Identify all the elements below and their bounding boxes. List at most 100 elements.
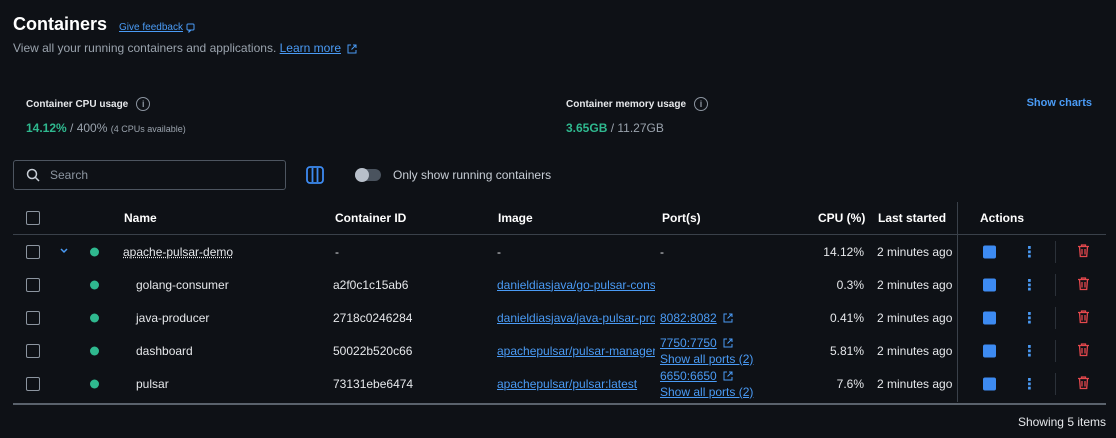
columns-icon: [306, 166, 324, 184]
search-input[interactable]: [50, 168, 270, 182]
stop-button[interactable]: [983, 311, 996, 324]
image-link[interactable]: danieldiasjava/go-pulsar-consumer: [497, 278, 655, 292]
memory-usage-stat: Container memory usage i 3.65GB / 11.27G…: [566, 97, 709, 135]
container-id: 50022b520c66: [333, 343, 413, 358]
cpu-usage-label: Container CPU usage: [26, 98, 129, 110]
table-row[interactable]: golang-consumer a2f0c1c15ab6 danieldiasj…: [13, 268, 1106, 301]
column-settings-button[interactable]: [305, 165, 325, 188]
cpu-value: 7.6%: [836, 376, 864, 391]
memory-usage-total: / 11.27GB: [607, 121, 664, 135]
learn-more-link[interactable]: Learn more: [280, 41, 341, 55]
table-row[interactable]: java-producer 2718c0246284 danieldiasjav…: [13, 301, 1106, 334]
container-name[interactable]: golang-consumer: [136, 278, 229, 292]
delete-icon[interactable]: [1077, 276, 1090, 293]
table-row-group[interactable]: apache-pulsar-demo - - - 14.12% 2 minute…: [13, 235, 1106, 268]
group-name[interactable]: apache-pulsar-demo: [123, 245, 233, 259]
info-icon[interactable]: i: [136, 97, 151, 111]
show-charts-button[interactable]: Show charts: [1027, 97, 1092, 109]
last-started: 2 minutes ago: [877, 343, 953, 358]
give-feedback-link[interactable]: Give feedback: [119, 22, 196, 33]
ports-value: -: [660, 244, 664, 259]
running-status-icon: [90, 313, 99, 322]
image-link[interactable]: danieldiasjava/java-pulsar-producer: [497, 311, 655, 325]
more-actions-icon[interactable]: ⋮: [1022, 309, 1037, 327]
container-id: 2718c0246284: [333, 310, 413, 325]
cpu-usage-total: / 400%: [66, 121, 108, 135]
cpu-value: 14.12%: [823, 244, 864, 259]
page-subtitle: View all your running containers and app…: [13, 41, 357, 55]
cpu-value: 0.3%: [836, 277, 864, 292]
column-last-started[interactable]: Last started: [878, 211, 946, 225]
container-id: 73131ebe6474: [333, 376, 414, 391]
give-feedback-label: Give feedback: [119, 22, 183, 33]
row-checkbox[interactable]: [26, 277, 40, 292]
more-actions-icon[interactable]: ⋮: [1022, 375, 1037, 393]
items-count: Showing 5 items: [1017, 415, 1106, 429]
containers-table: Name Container ID Image Port(s) CPU (%) …: [13, 202, 1106, 400]
cpu-usage-value: 14.12%: [26, 121, 67, 135]
cpu-value: 0.41%: [829, 310, 864, 325]
show-all-ports-link[interactable]: Show all ports (2): [660, 384, 753, 400]
external-link-icon: [723, 371, 733, 381]
external-link-icon: [347, 44, 357, 54]
port-link[interactable]: 6650:6650: [660, 369, 717, 383]
running-only-toggle[interactable]: [355, 168, 381, 182]
column-name[interactable]: Name: [124, 211, 157, 225]
image-link[interactable]: apachepulsar/pulsar:latest: [497, 377, 655, 391]
row-checkbox[interactable]: [26, 310, 40, 325]
row-checkbox[interactable]: [26, 376, 40, 391]
actions-divider: [1055, 274, 1056, 296]
image-link[interactable]: apachepulsar/pulsar-manager: [497, 344, 655, 358]
external-link-icon: [723, 313, 733, 323]
last-started: 2 minutes ago: [877, 310, 953, 325]
column-image[interactable]: Image: [498, 211, 533, 225]
actions-divider: [1055, 307, 1056, 329]
more-actions-icon[interactable]: ⋮: [1022, 243, 1037, 261]
delete-icon[interactable]: [1077, 375, 1090, 392]
table-row[interactable]: dashboard 50022b520c66 apachepulsar/puls…: [13, 334, 1106, 367]
ports-cell: 6650:6650 Show all ports (2): [660, 368, 753, 400]
container-id: a2f0c1c15ab6: [333, 277, 409, 292]
delete-icon[interactable]: [1077, 243, 1090, 260]
container-name[interactable]: dashboard: [136, 344, 193, 358]
column-cpu[interactable]: CPU (%): [818, 211, 865, 225]
actions-divider: [1055, 373, 1056, 395]
table-header: Name Container ID Image Port(s) CPU (%) …: [13, 202, 1106, 235]
memory-usage-value: 3.65GB: [566, 121, 608, 135]
last-started: 2 minutes ago: [877, 244, 953, 259]
running-status-icon: [90, 346, 99, 355]
column-ports[interactable]: Port(s): [662, 211, 701, 225]
actions-divider: [1055, 241, 1056, 263]
stop-button[interactable]: [983, 245, 996, 258]
search-icon: [26, 168, 40, 182]
stop-button[interactable]: [983, 278, 996, 291]
row-checkbox[interactable]: [26, 343, 40, 358]
select-all-checkbox[interactable]: [26, 211, 40, 225]
table-bottom-border: [13, 403, 1106, 405]
show-all-ports-link[interactable]: Show all ports (2): [660, 351, 753, 367]
delete-icon[interactable]: [1077, 342, 1090, 359]
container-id: -: [335, 244, 339, 259]
port-link[interactable]: 7750:7750: [660, 336, 717, 350]
stop-button[interactable]: [983, 344, 996, 357]
chevron-down-icon[interactable]: [59, 245, 69, 258]
container-name[interactable]: java-producer: [136, 311, 209, 325]
more-actions-icon[interactable]: ⋮: [1022, 342, 1037, 360]
actions-column-separator: [957, 202, 958, 402]
info-icon[interactable]: i: [694, 97, 709, 111]
column-container-id[interactable]: Container ID: [335, 211, 406, 225]
subtitle-text: View all your running containers and app…: [13, 41, 277, 55]
image-name: -: [497, 244, 501, 259]
stop-button[interactable]: [983, 377, 996, 390]
search-box[interactable]: [13, 160, 286, 190]
last-started: 2 minutes ago: [877, 376, 953, 391]
page-title: Containers: [13, 14, 108, 34]
row-checkbox[interactable]: [26, 244, 40, 259]
running-filter: Only show running containers: [355, 168, 551, 182]
port-link[interactable]: 8082:8082: [660, 311, 717, 325]
cpu-usage-note: (4 CPUs available): [110, 124, 186, 134]
table-row[interactable]: pulsar 73131ebe6474 apachepulsar/pulsar:…: [13, 367, 1106, 400]
more-actions-icon[interactable]: ⋮: [1022, 276, 1037, 294]
delete-icon[interactable]: [1077, 309, 1090, 326]
container-name[interactable]: pulsar: [136, 377, 169, 391]
